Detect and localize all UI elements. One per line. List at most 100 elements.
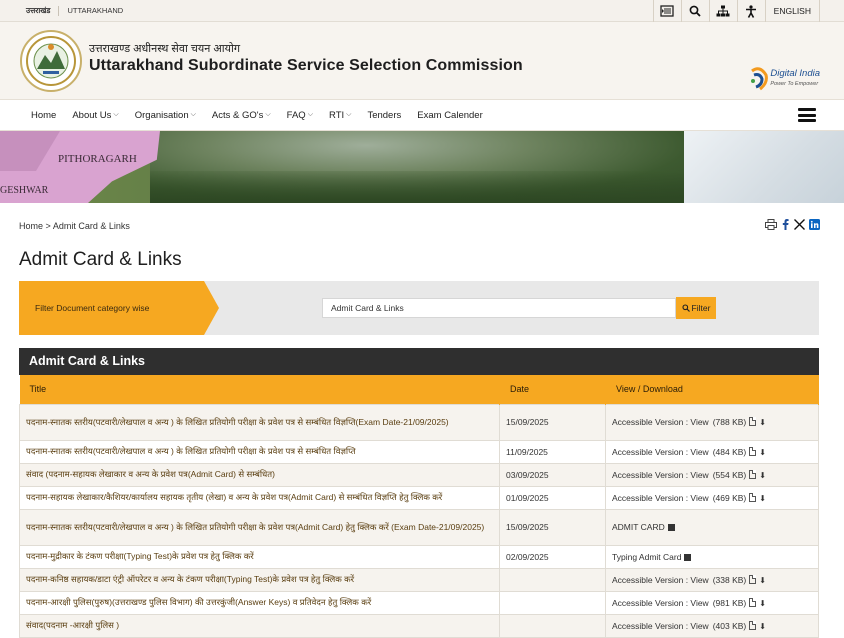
filter-panel: Filter Document category wise Filter	[19, 281, 819, 335]
pdf-icon[interactable]	[749, 446, 757, 456]
hero-banner: PITHORAGARH GESHWAR	[0, 131, 844, 203]
print-icon[interactable]	[765, 219, 777, 230]
digital-india-icon	[751, 67, 769, 91]
document-title-link[interactable]: संवाद (पदनाम-सहायक लेखाकार व अन्य के प्र…	[19, 462, 500, 487]
banner-map-label-2: GESHWAR	[0, 185, 49, 196]
file-size: (981 KB)	[712, 597, 747, 608]
document-title-link[interactable]: पदनाम-स्नातक स्तरीय(पटवारी/लेखपाल व अन्य…	[19, 508, 500, 546]
view-link[interactable]: Accessible Version : View	[612, 447, 709, 457]
x-twitter-icon[interactable]	[794, 219, 805, 230]
site-title-hindi: उत्तराखण्ड अधीनस्थ सेवा चयन आयोग	[89, 43, 241, 55]
document-date: 11/09/2025	[499, 439, 606, 464]
document-title-link[interactable]: पदनाम-स्नातक स्तरीय(पटवारी/लेखपाल व अन्य…	[19, 439, 500, 464]
top-utility-bar: उत्तराखंड UTTARAKHAND ENGLISH	[0, 0, 844, 22]
download-icon[interactable]: ⬇	[759, 418, 766, 427]
gov-label-english[interactable]: UTTARAKHAND	[59, 6, 123, 15]
nav-label: RTI	[329, 109, 345, 121]
document-title-link[interactable]: पदनाम-स्नातक स्तरीय(पटवारी/लेखपाल व अन्य…	[19, 403, 500, 441]
menu-icon[interactable]	[798, 108, 816, 122]
nav-organisation[interactable]: Organisation ⌵	[135, 110, 196, 121]
site-header: उत्तराखण्ड अधीनस्थ सेवा चयन आयोग Uttarak…	[0, 22, 844, 100]
table-row: पदनाम-स्नातक स्तरीय(पटवारी/लेखपाल व अन्य…	[19, 439, 819, 464]
download-icon[interactable]: ⬇	[759, 599, 766, 608]
sitemap-icon[interactable]	[708, 0, 737, 22]
download-icon[interactable]: ⬇	[759, 448, 766, 457]
view-download-cell: Accessible Version : View (469 KB) ⬇	[605, 485, 819, 510]
chevron-down-icon: ⌵	[265, 111, 271, 118]
linkedin-icon[interactable]	[809, 219, 820, 230]
chevron-down-icon: ⌵	[307, 111, 313, 118]
table-row: पदनाम-कनिष्ठ सहायक/डाटा एंट्री ऑपरेटर व …	[19, 567, 819, 592]
breadcrumb-separator: >	[45, 221, 51, 231]
nav-tenders[interactable]: Tenders	[367, 110, 401, 121]
download-icon[interactable]: ⬇	[759, 494, 766, 503]
nav-rti[interactable]: RTI ⌵	[329, 110, 351, 121]
view-download-cell: Typing Admit Card	[605, 544, 819, 569]
search-icon[interactable]	[680, 0, 709, 22]
document-date: 02/09/2025	[499, 544, 606, 569]
document-title-link[interactable]: संवाद(पदनाम -आरक्षी पुलिस )	[19, 613, 500, 638]
document-date: 15/09/2025	[499, 403, 606, 441]
view-download-cell: Accessible Version : View (554 KB) ⬇	[605, 462, 819, 487]
table-row: पदनाम-मुद्रीकार के टंकण परीक्षा(Typing T…	[19, 544, 819, 569]
banner-forest-shade	[150, 171, 690, 203]
view-link[interactable]: Accessible Version : View	[612, 417, 709, 427]
commission-logo[interactable]	[20, 30, 82, 92]
banner-document-image	[684, 131, 844, 203]
facebook-icon[interactable]	[781, 219, 790, 230]
document-title-link[interactable]: पदनाम-मुद्रीकार के टंकण परीक्षा(Typing T…	[19, 544, 500, 569]
pdf-icon[interactable]	[749, 597, 757, 607]
nav-home[interactable]: Home	[31, 110, 56, 121]
nav-about-us[interactable]: About Us ⌵	[72, 110, 118, 121]
pdf-icon[interactable]	[749, 574, 757, 584]
pdf-icon[interactable]	[749, 417, 757, 426]
nav-exam-calender[interactable]: Exam Calender	[417, 110, 482, 121]
breadcrumb-current: Admit Card & Links	[52, 221, 130, 231]
share-tools	[765, 219, 820, 230]
view-link[interactable]: Accessible Version : View	[612, 493, 709, 503]
download-icon[interactable]: ⬇	[759, 622, 766, 631]
pdf-icon[interactable]	[749, 620, 757, 630]
chevron-down-icon: ⌵	[113, 111, 119, 118]
file-size: (403 KB)	[712, 620, 747, 631]
table-row: पदनाम-स्नातक स्तरीय(पटवारी/लेखपाल व अन्य…	[19, 508, 819, 546]
document-date: 03/09/2025	[499, 462, 606, 487]
view-link[interactable]: Accessible Version : View	[612, 470, 709, 480]
nav-faq[interactable]: FAQ ⌵	[287, 110, 313, 121]
pdf-icon[interactable]	[749, 469, 757, 479]
view-link[interactable]: ADMIT CARD	[612, 522, 665, 532]
column-date: Date	[499, 375, 606, 404]
file-size: (338 KB)	[712, 574, 747, 585]
skip-to-content-icon[interactable]	[652, 0, 681, 22]
document-title-link[interactable]: पदनाम-सहायक लेखाकार/कैशियर/कार्यालय सहाय…	[19, 485, 500, 510]
main-nav: Home About Us ⌵ Organisation ⌵ Acts & GO's…	[0, 100, 844, 131]
gov-label-hindi[interactable]: उत्तराखंड	[0, 5, 60, 16]
chevron-down-icon: ⌵	[190, 111, 196, 118]
table-row: पदनाम-स्नातक स्तरीय(पटवारी/लेखपाल व अन्य…	[19, 403, 819, 441]
accessibility-icon[interactable]	[736, 0, 765, 22]
view-link[interactable]: Accessible Version : View	[612, 598, 709, 608]
breadcrumb: Home > Admit Card & Links	[19, 221, 130, 231]
table-caption: Admit Card & Links	[19, 348, 819, 375]
site-title-english[interactable]: Uttarakhand Subordinate Service Selectio…	[89, 57, 523, 75]
pdf-icon[interactable]	[749, 492, 757, 502]
download-icon[interactable]: ⬇	[759, 576, 766, 585]
view-link[interactable]: Typing Admit Card	[612, 552, 681, 562]
external-link-icon[interactable]	[667, 524, 675, 531]
page-title: Admit Card & Links	[19, 249, 182, 270]
document-date: 15/09/2025	[499, 508, 606, 546]
document-title-link[interactable]: पदनाम-कनिष्ठ सहायक/डाटा एंट्री ऑपरेटर व …	[19, 567, 500, 592]
external-link-icon[interactable]	[684, 553, 692, 561]
document-date: 01/09/2025	[499, 485, 606, 510]
filter-button[interactable]: Filter	[676, 297, 716, 319]
language-switch[interactable]: ENGLISH	[764, 0, 820, 22]
nav-acts-gos[interactable]: Acts & GO's ⌵	[212, 110, 271, 121]
download-icon[interactable]: ⬇	[759, 471, 766, 480]
breadcrumb-home[interactable]: Home	[19, 221, 43, 231]
digital-india-logo[interactable]: Digital India Power To Empower	[748, 67, 820, 91]
view-link[interactable]: Accessible Version : View	[612, 575, 709, 585]
document-title-link[interactable]: पदनाम-आरक्षी पुलिस(पुरुष)(उत्तराखण्ड पुल…	[19, 590, 500, 615]
filter-category-field[interactable]	[322, 298, 676, 318]
view-link[interactable]: Accessible Version : View	[612, 621, 709, 631]
documents-table: Title Date View / Download पदनाम-स्नातक …	[19, 375, 819, 638]
